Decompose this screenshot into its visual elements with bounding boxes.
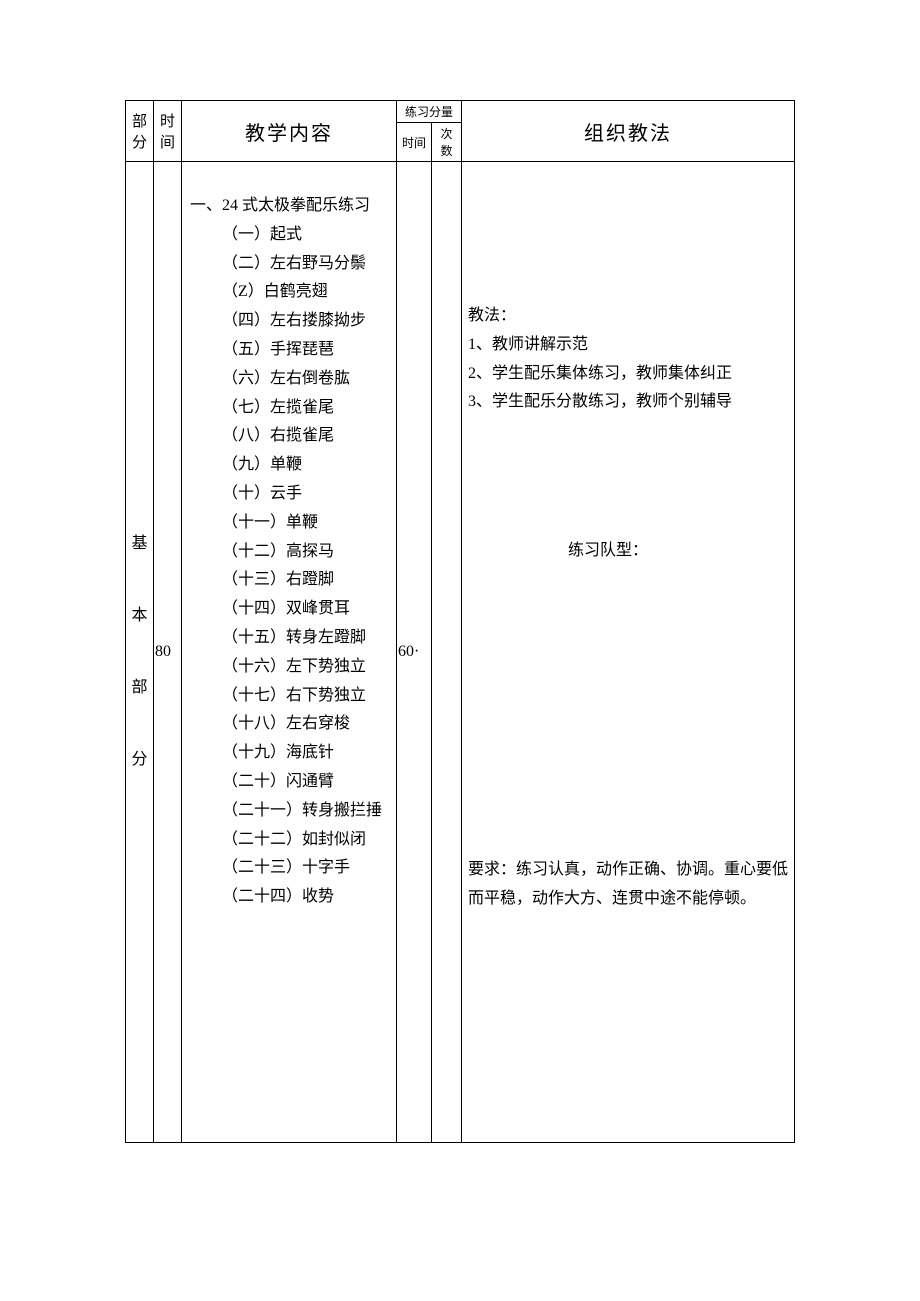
content-item: （一）起式 — [190, 221, 390, 250]
header-part: 部分 — [126, 101, 154, 162]
header-amount-time: 时间 — [397, 123, 432, 162]
lesson-plan-table: 部分 时间 教学内容 练习分量 组织教法 时间 次数 基 本 部 分 80 一、… — [125, 100, 795, 1143]
part-char: 本 — [126, 580, 153, 652]
content-item: （十三）右蹬脚 — [190, 566, 390, 595]
content-item: （二十二）如封似闭 — [190, 826, 390, 855]
content-item: （二十一）转身搬拦捶 — [190, 797, 390, 826]
content-item: （十四）双峰贯耳 — [190, 595, 390, 624]
content-item: （十五）转身左蹬脚 — [190, 624, 390, 653]
cell-amount-count — [432, 162, 462, 1143]
content-item: （十）云手 — [190, 480, 390, 509]
requirements-text: 要求：练习认真，动作正确、协调。重心要低而平稳，动作大方、连贯中途不能停顿。 — [468, 856, 788, 914]
content-item: （十二）高探马 — [190, 538, 390, 567]
cell-time: 80 — [154, 162, 182, 1143]
part-char: 部 — [126, 652, 153, 724]
part-char: 基 — [126, 508, 153, 580]
content-item: （十九）海底针 — [190, 739, 390, 768]
header-amount: 练习分量 — [397, 101, 462, 123]
header-method: 组织教法 — [462, 101, 795, 162]
header-time: 时间 — [154, 101, 182, 162]
content-item: （二）左右野马分鬃 — [190, 250, 390, 279]
method-title: 教法： — [468, 302, 788, 331]
part-char: 分 — [126, 724, 153, 796]
content-item: （十八）左右穿梭 — [190, 710, 390, 739]
cell-amount-time: 60· — [397, 162, 432, 1143]
method-item: 3、学生配乐分散练习，教师个别辅导 — [468, 388, 788, 417]
method-item: 1、教师讲解示范 — [468, 331, 788, 360]
cell-part: 基 本 部 分 — [126, 162, 154, 1143]
content-item: （七）左揽雀尾 — [190, 394, 390, 423]
header-amount-count: 次数 — [432, 123, 462, 162]
content-item: （二十）闪通臂 — [190, 768, 390, 797]
content-item: （十七）右下势独立 — [190, 682, 390, 711]
content-item: （八）右揽雀尾 — [190, 422, 390, 451]
content-item: （五）手挥琵琶 — [190, 336, 390, 365]
header-content: 教学内容 — [182, 101, 397, 162]
content-item: （九）单鞭 — [190, 451, 390, 480]
content-title: 一、24 式太极拳配乐练习 — [190, 192, 390, 221]
content-item: （二十三）十字手 — [190, 854, 390, 883]
content-item: （十六）左下势独立 — [190, 653, 390, 682]
content-item: （六）左右倒卷肱 — [190, 365, 390, 394]
content-item: （十一）单鞭 — [190, 509, 390, 538]
method-item: 2、学生配乐集体练习，教师集体纠正 — [468, 360, 788, 389]
content-item: （Z）白鹤亮翅 — [190, 278, 390, 307]
content-item: （二十四）收势 — [190, 883, 390, 912]
cell-method: 教法： 1、教师讲解示范 2、学生配乐集体练习，教师集体纠正 3、学生配乐分散练… — [462, 162, 795, 1143]
cell-content: 一、24 式太极拳配乐练习 （一）起式 （二）左右野马分鬃 （Z）白鹤亮翅 （四… — [182, 162, 397, 1143]
content-item: （四）左右搂膝拗步 — [190, 307, 390, 336]
practice-formation-label: 练习队型： — [468, 537, 788, 566]
